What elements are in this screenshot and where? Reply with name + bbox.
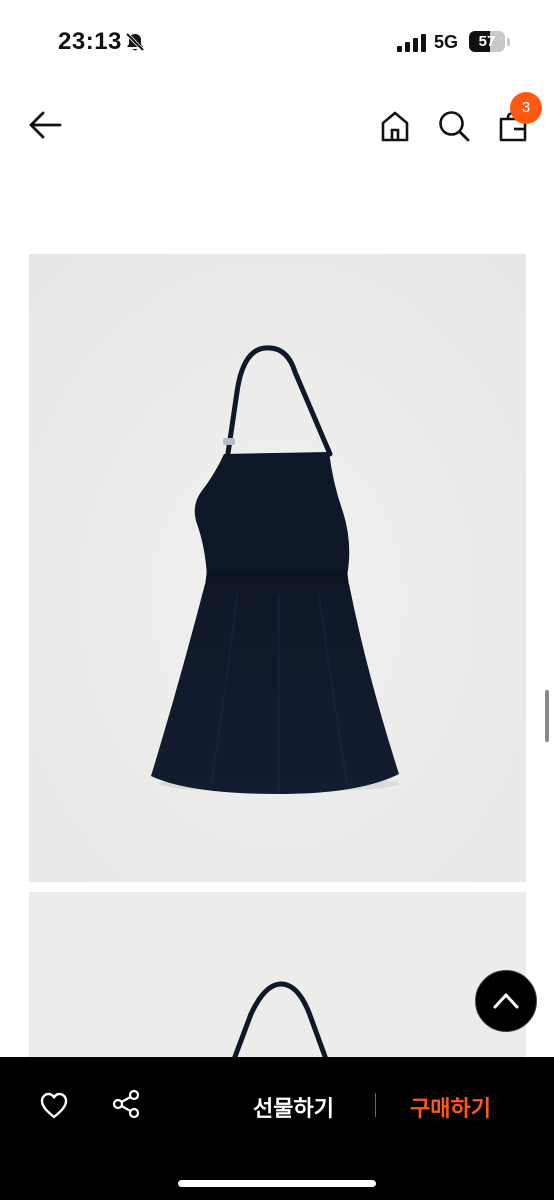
bottom-action-bar: 선물하기 구매하기 (0, 1057, 554, 1200)
navy-halter-dress-image-2 (29, 892, 526, 1072)
chevron-up-icon (493, 993, 519, 1009)
network-type: 5G (434, 32, 459, 52)
status-time: 23:13 (58, 28, 122, 55)
home-icon[interactable] (380, 110, 410, 142)
cellular-signal-icon (397, 34, 426, 52)
home-indicator[interactable] (178, 1180, 376, 1187)
product-image-2[interactable] (29, 892, 526, 1072)
action-divider (375, 1093, 376, 1117)
cart-count-badge: 3 (510, 92, 542, 124)
heart-icon[interactable] (39, 1091, 69, 1119)
buy-button[interactable]: 구매하기 (410, 1091, 491, 1123)
scroll-to-top-button[interactable] (475, 970, 537, 1032)
back-arrow-icon[interactable] (28, 110, 62, 140)
share-icon[interactable] (111, 1089, 141, 1119)
top-nav (0, 84, 554, 170)
navy-halter-dress-image (29, 254, 526, 882)
battery-cap (507, 38, 510, 46)
battery-icon: 57 (469, 31, 505, 52)
gift-button[interactable]: 선물하기 (253, 1091, 334, 1123)
search-icon[interactable] (438, 110, 470, 142)
battery-level: 57 (478, 33, 496, 50)
scroll-indicator[interactable] (545, 690, 549, 742)
product-image-1[interactable] (29, 254, 526, 882)
bell-slash-icon (125, 32, 145, 52)
status-bar: 23:13 5G 57 (0, 0, 554, 84)
